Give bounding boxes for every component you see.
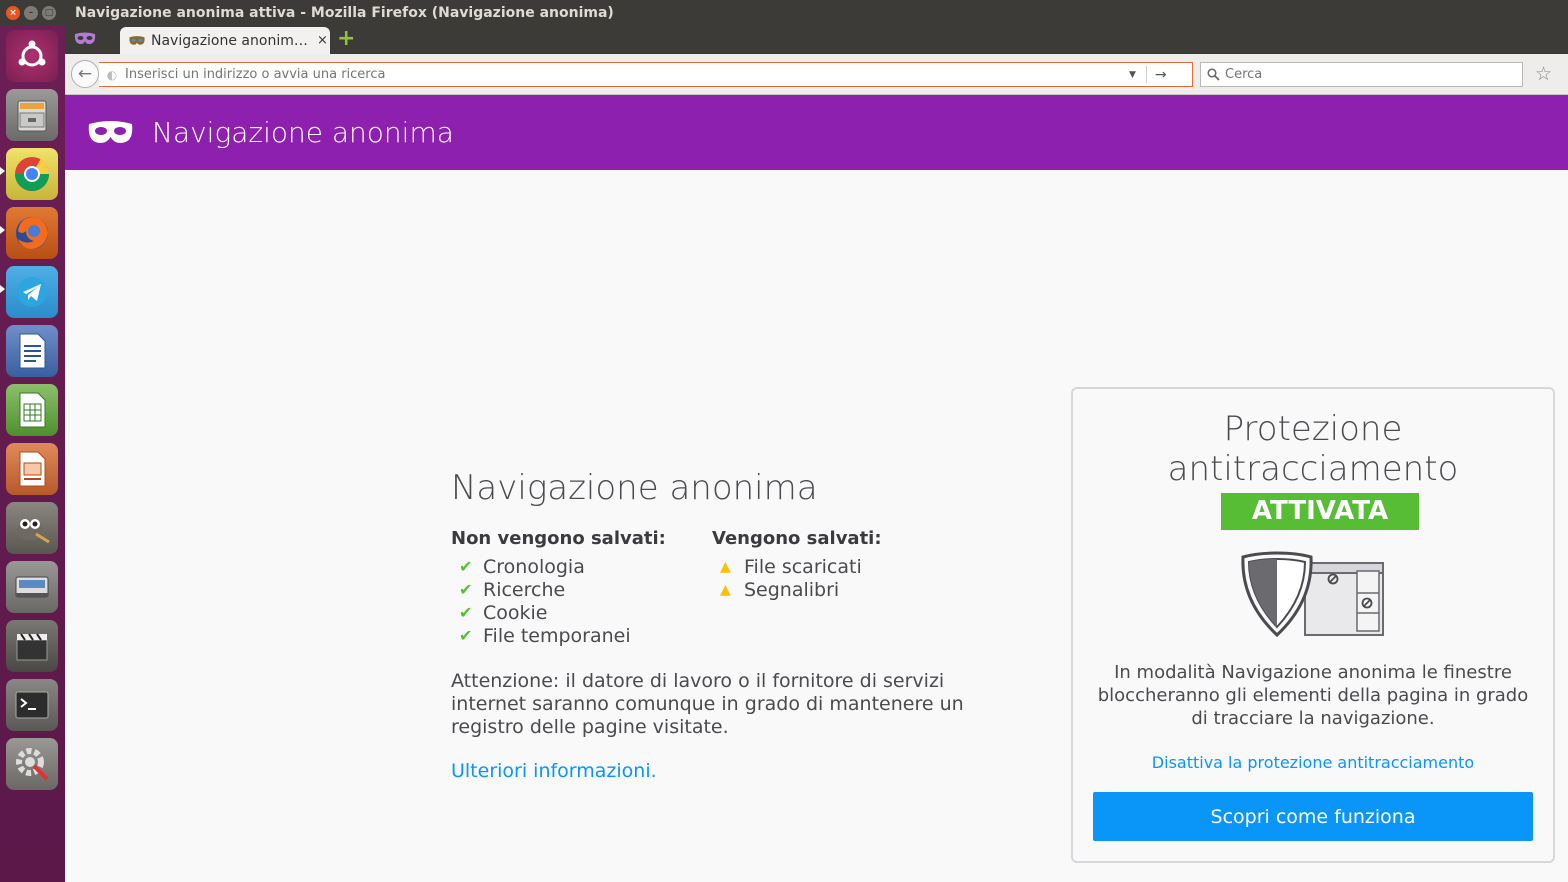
not-saved-title: Non vengono salvati: bbox=[451, 528, 666, 549]
close-tab-icon[interactable]: × bbox=[317, 33, 328, 48]
checkmark-icon: ✔ bbox=[459, 557, 473, 576]
private-mask-icon bbox=[74, 32, 96, 44]
launcher-calc[interactable] bbox=[6, 384, 58, 436]
saved-title: Vengono salvati: bbox=[712, 528, 882, 549]
more-info-link[interactable]: Ulteriori informazioni. bbox=[451, 760, 657, 782]
not-saved-list: ✔ Cronologia ✔ Ricerche ✔ Cookie ✔ File temp… bbox=[451, 555, 666, 647]
list-item: ✔ Ricerche bbox=[451, 578, 666, 601]
ubuntu-logo-icon bbox=[18, 40, 46, 67]
header-title: Navigazione anonima bbox=[152, 116, 454, 149]
url-separator bbox=[1145, 66, 1147, 83]
launcher-chrome[interactable] bbox=[6, 148, 58, 200]
list-item: ▲ Segnalibri bbox=[712, 578, 882, 601]
minimize-window-button[interactable]: – bbox=[24, 5, 38, 20]
launcher-files[interactable] bbox=[6, 89, 58, 141]
launcher-video-editor[interactable] bbox=[6, 620, 58, 672]
warning-icon: ▲ bbox=[720, 581, 731, 598]
url-bar[interactable]: ◐ ▼ → bbox=[99, 62, 1193, 87]
list-item-label: File scaricati bbox=[744, 555, 862, 578]
launcher-firefox[interactable] bbox=[6, 207, 58, 259]
terminal-icon bbox=[15, 691, 49, 719]
settings-icon bbox=[16, 748, 49, 781]
window-title: Navigazione anonima attiva - Mozilla Fir… bbox=[75, 4, 614, 21]
close-window-button[interactable]: × bbox=[6, 5, 20, 20]
close-icon: × bbox=[9, 7, 17, 18]
running-indicator bbox=[0, 285, 5, 293]
checkmark-icon: ✔ bbox=[459, 626, 473, 645]
unity-launcher bbox=[0, 25, 65, 882]
private-mask-tab-icon bbox=[129, 35, 145, 45]
launcher-writer[interactable] bbox=[6, 325, 58, 377]
minimize-icon: – bbox=[28, 7, 34, 18]
saved-column: Vengono salvati: ▲ File scaricati ▲ Segnal… bbox=[712, 528, 882, 601]
list-item-label: File temporanei bbox=[483, 624, 631, 647]
chrome-icon bbox=[15, 157, 49, 191]
window-controls: × – □ bbox=[0, 5, 72, 20]
tracking-protection-card: Protezione antitracciamento ATTIVATA In … bbox=[1071, 387, 1555, 863]
list-item-label: Ricerche bbox=[483, 578, 566, 601]
tracking-protection-description: In modalità Navigazione anonima le fines… bbox=[1097, 662, 1529, 729]
maximize-icon: □ bbox=[44, 7, 54, 18]
bookmark-star-icon[interactable]: ☆ bbox=[1535, 63, 1552, 85]
list-item: ✔ File temporanei bbox=[451, 624, 666, 647]
private-mask-icon bbox=[88, 120, 133, 143]
list-item: ▲ File scaricati bbox=[712, 555, 882, 578]
disable-tracking-protection-link[interactable]: Disattiva la protezione antitracciamento bbox=[1073, 753, 1553, 772]
warning-icon: ▲ bbox=[720, 558, 731, 575]
window-titlebar: × – □ Navigazione anonima attiva - Mozil… bbox=[0, 0, 1568, 25]
launcher-terminal[interactable] bbox=[6, 679, 58, 731]
checkmark-icon: ✔ bbox=[459, 580, 473, 599]
launcher-impress[interactable] bbox=[6, 443, 58, 495]
libreoffice-impress-icon bbox=[19, 451, 46, 487]
list-item-label: Segnalibri bbox=[744, 578, 840, 601]
list-item: ✔ Cookie bbox=[451, 601, 666, 624]
search-bar[interactable] bbox=[1200, 62, 1523, 87]
saved-list: ▲ File scaricati ▲ Segnalibri bbox=[712, 555, 882, 601]
gimp-icon bbox=[17, 519, 50, 544]
back-button[interactable]: ← bbox=[71, 60, 99, 88]
checkmark-icon: ✔ bbox=[459, 603, 473, 622]
search-icon bbox=[1207, 68, 1220, 81]
maximize-window-button[interactable]: □ bbox=[42, 5, 56, 20]
site-identity-icon[interactable]: ◐ bbox=[103, 68, 121, 82]
isp-warning-text: Attenzione: il datore di lavoro o il for… bbox=[451, 670, 964, 738]
back-arrow-icon: ← bbox=[77, 64, 93, 84]
list-item-label: Cookie bbox=[483, 601, 548, 624]
running-indicator bbox=[0, 226, 5, 234]
new-tab-button[interactable]: + bbox=[337, 28, 355, 50]
navigation-toolbar: ← ◐ ▼ → ☆ bbox=[65, 54, 1568, 95]
launcher-system-settings[interactable] bbox=[6, 738, 58, 790]
tab-label: Navigazione anonim… bbox=[151, 32, 308, 49]
search-input[interactable] bbox=[1225, 67, 1505, 82]
scanner-icon bbox=[15, 576, 49, 598]
tab-private-browsing[interactable]: Navigazione anonim… × bbox=[120, 27, 330, 54]
launcher-ubuntu-dash[interactable] bbox=[6, 30, 58, 82]
page-title: Navigazione anonima bbox=[451, 468, 818, 508]
running-indicator bbox=[0, 167, 5, 175]
telegram-icon bbox=[17, 277, 47, 307]
url-history-dropdown-icon[interactable]: ▼ bbox=[1129, 70, 1136, 80]
file-cabinet-icon bbox=[17, 100, 47, 132]
not-saved-column: Non vengono salvati: ✔ Cronologia ✔ Ricerc… bbox=[451, 528, 666, 647]
libreoffice-calc-icon bbox=[19, 392, 46, 428]
page-content: Navigazione anonima Non vengono salvati:… bbox=[65, 170, 1568, 882]
launcher-scanner[interactable] bbox=[6, 561, 58, 613]
tracking-protection-title: Protezione antitracciamento bbox=[1167, 409, 1459, 489]
launcher-gimp[interactable] bbox=[6, 502, 58, 554]
url-input[interactable] bbox=[121, 67, 1121, 82]
private-browsing-header: Navigazione anonima bbox=[65, 95, 1568, 170]
libreoffice-writer-icon bbox=[19, 333, 46, 369]
list-item: ✔ Cronologia bbox=[451, 555, 666, 578]
tab-bar: Navigazione anonim… × + bbox=[65, 25, 1568, 54]
firefox-icon bbox=[16, 217, 48, 249]
launcher-telegram[interactable] bbox=[6, 266, 58, 318]
list-item-label: Cronologia bbox=[483, 555, 585, 578]
go-arrow-icon[interactable]: → bbox=[1155, 67, 1167, 83]
shield-blocked-content-icon bbox=[1241, 551, 1384, 638]
learn-how-it-works-button[interactable]: Scopri come funziona bbox=[1093, 792, 1533, 841]
clapperboard-icon bbox=[16, 633, 48, 661]
status-badge: ATTIVATA bbox=[1221, 493, 1419, 530]
